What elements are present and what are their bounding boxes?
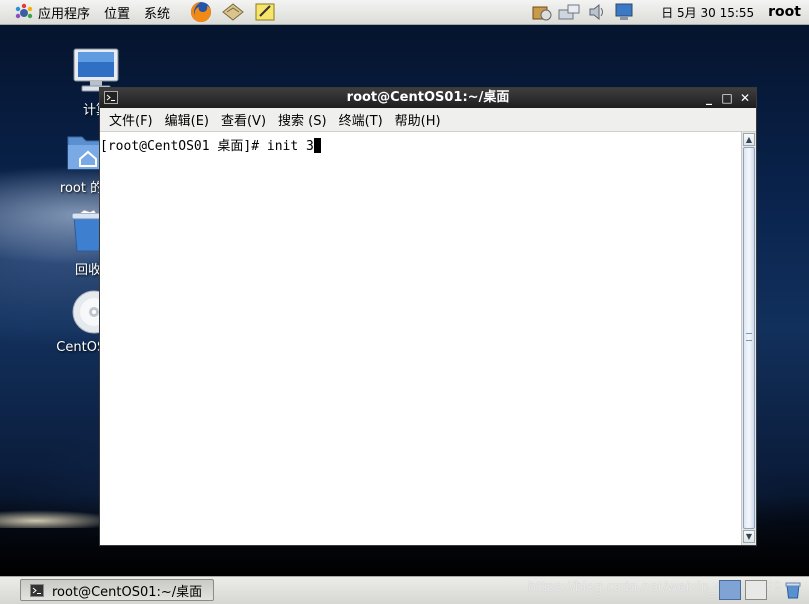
window-menubar: 文件(F) 编辑(E) 查看(V) 搜索 (S) 终端(T) 帮助(H)	[100, 108, 756, 132]
terminal-task-icon	[30, 583, 44, 597]
trash-applet[interactable]	[783, 580, 803, 600]
volume-icon	[589, 3, 604, 21]
menu-edit[interactable]: 编辑(E)	[159, 110, 215, 129]
mail-launcher[interactable]	[221, 0, 245, 24]
window-titlebar[interactable]: root@CentOS01:~/桌面 _ □ ✕	[100, 88, 756, 108]
volume-tray[interactable]	[586, 2, 608, 22]
applications-menu-label: 应用程序	[38, 6, 91, 22]
trash-applet-icon	[785, 582, 801, 599]
csdn-watermark: https://blog.csdn.net/weixin_45890179	[528, 580, 782, 595]
minimize-button[interactable]: _	[701, 90, 717, 106]
workspace-switcher-2[interactable]	[745, 580, 767, 600]
menu-help[interactable]: 帮助(H)	[389, 110, 447, 129]
places-menu[interactable]: 位置	[97, 0, 137, 25]
text-cursor	[313, 138, 321, 153]
editor-launcher[interactable]	[253, 0, 277, 24]
scroll-up-button[interactable]: ▲	[743, 133, 755, 146]
terminal-line: [root@CentOS01 桌面]# init 3	[100, 135, 321, 154]
system-menu-label: 系统	[144, 6, 171, 22]
places-menu-label: 位置	[104, 6, 131, 22]
bottom-panel: root@CentOS01:~/桌面 https://blog.csdn.net…	[0, 576, 809, 604]
scrollbar-thumb[interactable]	[743, 147, 755, 529]
menu-terminal[interactable]: 终端(T)	[333, 110, 389, 129]
scroll-down-button[interactable]: ▼	[743, 530, 755, 543]
taskbar-button-terminal[interactable]: root@CentOS01:~/桌面	[20, 579, 214, 601]
display-icon	[615, 3, 633, 20]
scrollbar-grip	[746, 333, 752, 341]
menu-file[interactable]: 文件(F)	[103, 110, 159, 129]
applications-menu[interactable]: 应用程序	[0, 0, 97, 25]
system-menu[interactable]: 系统	[137, 0, 177, 25]
window-title: root@CentOS01:~/桌面	[346, 90, 510, 105]
updater-tray[interactable]	[530, 2, 552, 22]
close-button[interactable]: ✕	[737, 90, 753, 106]
menu-view[interactable]: 查看(V)	[215, 110, 272, 129]
firefox-icon	[191, 2, 212, 22]
taskbar-label: root@CentOS01:~/桌面	[52, 584, 203, 600]
display-tray[interactable]	[614, 2, 636, 22]
terminal-area[interactable]: [root@CentOS01 桌面]# init 3	[100, 132, 741, 545]
terminal-window: root@CentOS01:~/桌面 _ □ ✕ 文件(F) 编辑(E) 查看(…	[99, 87, 757, 546]
vertical-scrollbar[interactable]: ▲ ▼	[741, 132, 756, 545]
mail-client-icon	[222, 3, 244, 21]
user-name[interactable]: root	[768, 4, 801, 20]
firefox-launcher[interactable]	[189, 0, 213, 24]
menu-search[interactable]: 搜索 (S)	[272, 110, 333, 129]
network-icon	[558, 4, 580, 20]
package-updater-icon	[532, 6, 552, 21]
maximize-button[interactable]: □	[719, 90, 735, 106]
top-panel: 应用程序 位置 系统 日 5月 30 15:55 root	[0, 0, 809, 25]
workspace-switcher-1[interactable]	[719, 580, 741, 600]
network-tray[interactable]	[558, 2, 580, 22]
text-editor-icon	[255, 3, 275, 21]
terminal-prompt-text: [root@CentOS01 桌面]# init 3	[100, 139, 314, 154]
gnome-foot-icon	[15, 3, 33, 19]
panel-clock[interactable]: 日 5月 30 15:55	[661, 4, 754, 21]
